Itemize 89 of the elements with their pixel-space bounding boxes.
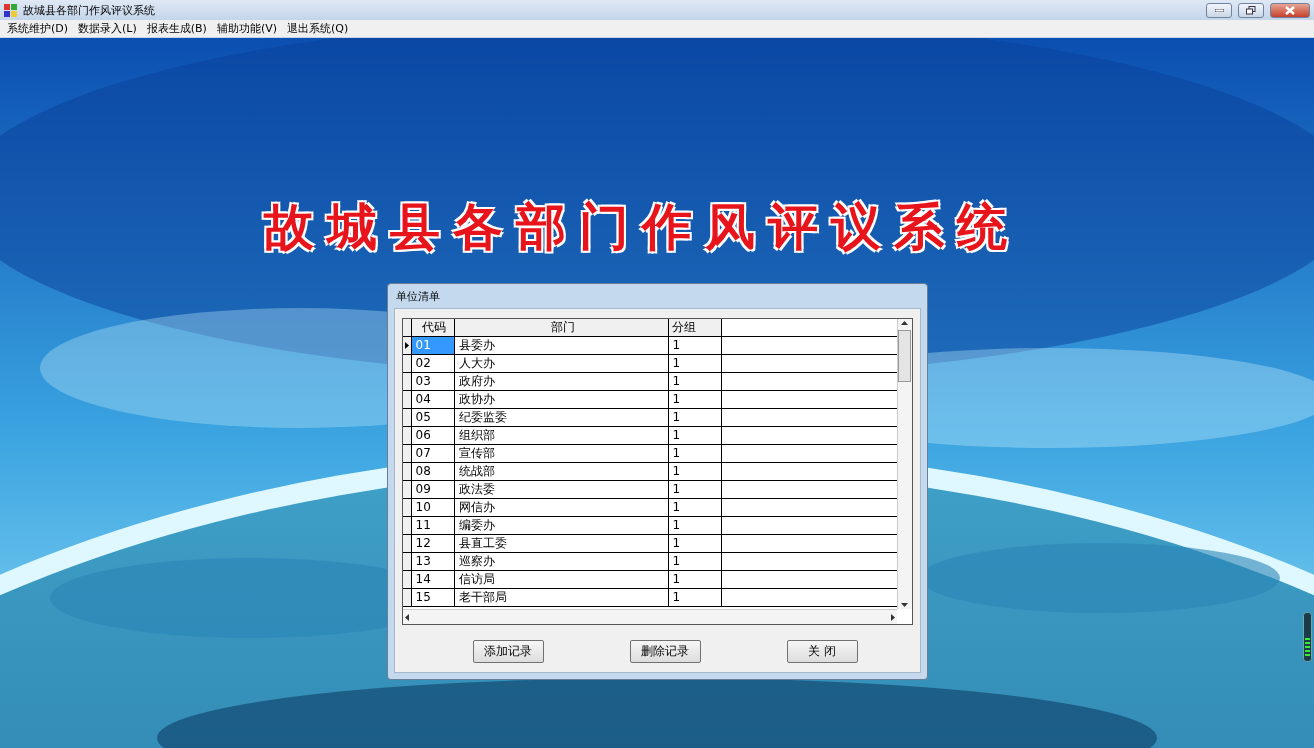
table-cell: 11 [411, 517, 455, 534]
dialog-button[interactable]: 添加记录 [472, 640, 544, 663]
table-cell: 05 [411, 409, 455, 426]
table-cell: 县委办 [454, 337, 669, 354]
table-cell: 02 [411, 355, 455, 372]
row-selector[interactable] [402, 517, 412, 534]
table-cell: 01 [411, 337, 455, 354]
table-cell: 08 [411, 463, 455, 480]
menu-item[interactable]: 报表生成(B) [143, 21, 210, 36]
table-cell: 人大办 [454, 355, 669, 372]
menu-item[interactable]: 数据录入(L) [75, 21, 140, 36]
table-cell: 老干部局 [454, 589, 669, 606]
table-cell: 07 [411, 445, 455, 462]
table-cell: 宣传部 [454, 445, 669, 462]
table-cell: 统战部 [454, 463, 669, 480]
table-cell: 1 [668, 517, 722, 534]
table-cell: 15 [411, 589, 455, 606]
restore-icon [1246, 5, 1256, 15]
table-cell: 网信办 [454, 499, 669, 516]
table-cell: 10 [411, 499, 455, 516]
table-cell: 1 [668, 481, 722, 498]
table-cell: 编委办 [454, 517, 669, 534]
row-selector[interactable] [402, 391, 412, 408]
table-cell: 纪委监委 [454, 409, 669, 426]
table-cell: 04 [411, 391, 455, 408]
table-cell: 13 [411, 553, 455, 570]
table-cell: 1 [668, 463, 722, 480]
app-icon [4, 3, 17, 17]
table-cell: 组织部 [454, 427, 669, 444]
row-selector[interactable] [402, 355, 412, 372]
row-selector[interactable] [402, 373, 412, 390]
close-icon [1285, 5, 1295, 15]
banner-title: 故城县各部门作风评议系统 [264, 197, 1020, 258]
row-selector[interactable] [402, 481, 412, 498]
row-selector[interactable] [402, 589, 412, 606]
table-cell: 1 [668, 589, 722, 606]
row-selector[interactable] [402, 409, 412, 426]
column-header[interactable]: 代码 [411, 319, 455, 336]
close-button[interactable] [1270, 2, 1310, 18]
current-row-icon [404, 342, 409, 349]
restore-button[interactable] [1238, 2, 1264, 18]
menu-item[interactable]: 系统维护(D) [4, 21, 72, 36]
table-cell: 09 [411, 481, 455, 498]
scroll-up-icon[interactable] [900, 319, 909, 328]
dialog-button[interactable]: 删除记录 [629, 640, 701, 663]
row-selector[interactable] [402, 463, 412, 480]
window-title: 故城县各部门作风评议系统 [23, 2, 156, 18]
table-cell: 政法委 [454, 481, 669, 498]
column-header[interactable]: 分组 [668, 319, 722, 336]
table-cell: 政协办 [454, 391, 669, 408]
table-cell: 1 [668, 337, 722, 354]
row-selector[interactable] [402, 445, 412, 462]
row-selector[interactable] [402, 553, 412, 570]
row-selector[interactable] [402, 427, 412, 444]
table-cell: 06 [411, 427, 455, 444]
table-cell: 1 [668, 391, 722, 408]
table-cell: 1 [668, 445, 722, 462]
table-cell: 1 [668, 409, 722, 426]
column-header[interactable]: 部门 [454, 319, 669, 336]
table-cell: 1 [668, 355, 722, 372]
table-cell: 县直工委 [454, 535, 669, 552]
table-cell: 14 [411, 571, 455, 588]
table-cell: 巡察办 [454, 553, 669, 570]
row-selector[interactable] [402, 337, 412, 354]
table-cell: 1 [668, 553, 722, 570]
horizontal-scrollbar[interactable] [402, 609, 897, 624]
dialog-button[interactable]: 关 闭 [786, 640, 858, 663]
minimize-button[interactable] [1206, 2, 1232, 18]
vertical-scrollbar[interactable] [896, 319, 912, 609]
table-cell: 1 [668, 571, 722, 588]
table-cell: 1 [668, 427, 722, 444]
row-selector[interactable] [402, 499, 412, 516]
row-selector[interactable] [402, 571, 412, 588]
table-cell: 1 [668, 535, 722, 552]
table-cell: 信访局 [454, 571, 669, 588]
row-selector[interactable] [402, 535, 412, 552]
scroll-down-icon[interactable] [900, 600, 909, 609]
menu-item[interactable]: 退出系统(Q) [284, 21, 352, 36]
table-cell: 1 [668, 373, 722, 390]
scroll-thumb[interactable] [898, 330, 911, 382]
table-cell: 1 [668, 499, 722, 516]
table-cell: 政府办 [454, 373, 669, 390]
scroll-left-icon[interactable] [402, 612, 412, 622]
menu-item[interactable]: 辅助功能(V) [213, 21, 281, 36]
table-cell: 12 [411, 535, 455, 552]
table-cell: 03 [411, 373, 455, 390]
minimize-icon [1214, 8, 1224, 12]
dialog-title: 单位清单 [394, 288, 441, 305]
meter-icon [1303, 612, 1312, 662]
